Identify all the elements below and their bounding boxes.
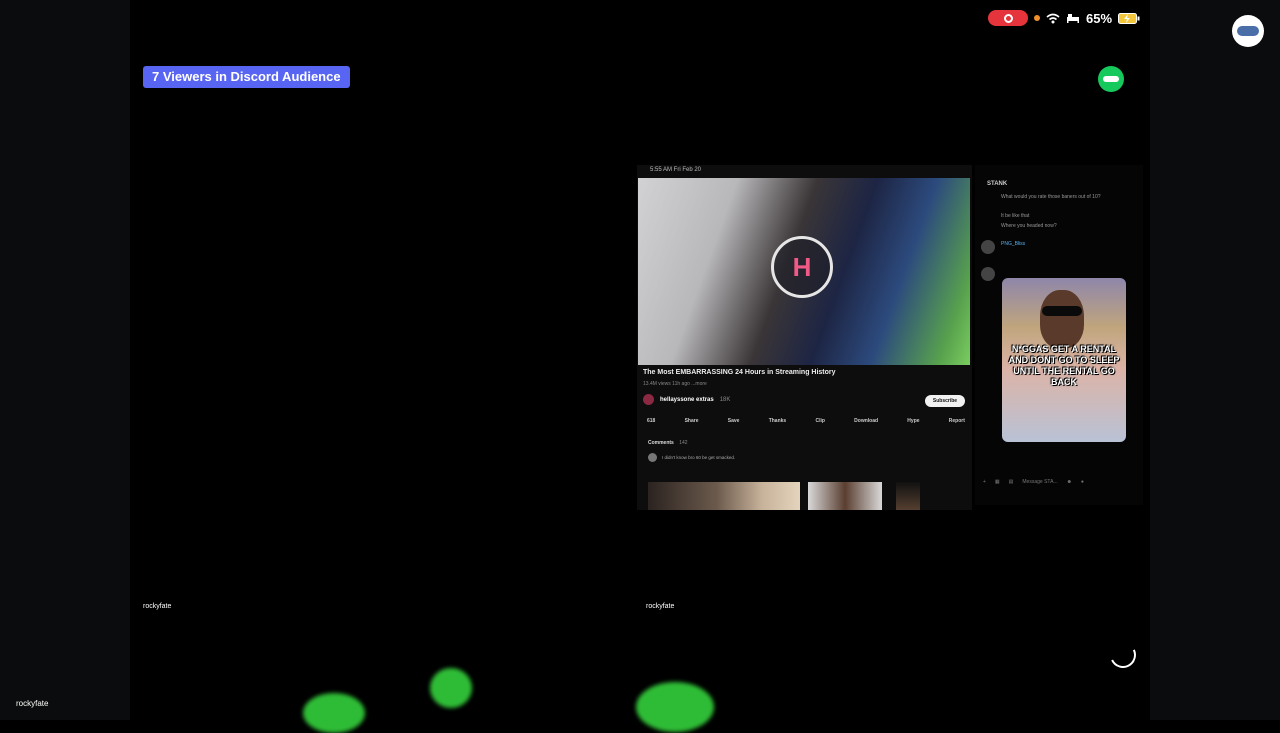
video-thumbnail[interactable] [808, 482, 882, 510]
report-button[interactable]: Report [949, 418, 965, 424]
video-actions: 618 Share Save Thanks Clip Download Hype… [647, 418, 965, 424]
camera-icon [1103, 76, 1119, 82]
thanks-button[interactable]: Thanks [769, 418, 787, 424]
like-button[interactable]: 618 [647, 418, 655, 424]
battery-percent: 65% [1086, 10, 1113, 26]
related-videos-strip [648, 482, 968, 510]
chat-user-avatar[interactable] [981, 267, 995, 281]
video-title[interactable]: The Most EMBARRASSING 24 Hours in Stream… [643, 369, 836, 376]
video-tile-username: rockyfate [143, 603, 172, 610]
top-comment-text: I didn't know bro 60 be get smacked. [662, 455, 736, 460]
subscribe-button[interactable]: Subscribe [925, 395, 965, 407]
bed-icon [1067, 14, 1079, 23]
shared-screen-chat-panel: STANK What would you rate those baners o… [975, 165, 1143, 505]
video-meta[interactable]: 13.4M views 11h ago ...more [643, 381, 707, 387]
emoji-icon[interactable]: ☻ [1067, 479, 1072, 485]
green-reaction-icon [636, 682, 714, 732]
green-reaction-icon [303, 693, 365, 733]
screen-record-indicator[interactable] [988, 10, 1028, 26]
video-tile-username: rockyfate [646, 603, 675, 610]
audience-count-badge[interactable]: 7 Viewers in Discord Audience [143, 66, 350, 88]
camera-toggle-button[interactable] [1098, 66, 1124, 92]
channel-avatar[interactable] [643, 394, 654, 405]
sunglasses-icon [1042, 306, 1082, 316]
self-username: rockyfate [16, 699, 49, 708]
comments-label: Comments [648, 440, 674, 446]
record-icon [1003, 13, 1013, 23]
channel-logo-icon: H [771, 236, 833, 298]
meme-person [1040, 290, 1084, 348]
status-bar: 65% [988, 10, 1140, 26]
shared-screen-video-app[interactable]: 5:55 AM Fri Feb 20 H The Most EMBARRASSI… [637, 165, 972, 510]
user-avatar[interactable] [1232, 15, 1264, 47]
chat-message: Where you headed now? [1001, 223, 1057, 229]
chat-username[interactable]: PNG_Bliss [1001, 241, 1025, 247]
chat-user-avatar[interactable] [981, 240, 995, 254]
mic-icon[interactable]: ● [1081, 479, 1084, 485]
hype-button[interactable]: Hype [907, 418, 919, 424]
download-button[interactable]: Download [854, 418, 878, 424]
chat-channel-name[interactable]: STANK [987, 181, 1007, 187]
top-comment[interactable]: I didn't know bro 60 be get smacked. [648, 453, 735, 462]
comments-header[interactable]: Comments 142 [648, 440, 688, 446]
battery-charging-icon [1118, 12, 1140, 24]
left-sidebar-area [0, 0, 130, 720]
save-button[interactable]: Save [728, 418, 740, 424]
chat-message: It be like that [1001, 213, 1030, 219]
chat-input-row: + ▦ ▤ Message STA... ☻ ● [983, 479, 1133, 485]
vr-headset-icon [1237, 26, 1259, 36]
chat-message: What would you rate those baners out of … [1001, 194, 1101, 200]
share-button[interactable]: Share [685, 418, 699, 424]
video-thumbnail[interactable] [896, 482, 920, 510]
chat-input[interactable]: Message STA... [1022, 479, 1057, 485]
video-thumbnail[interactable] [648, 482, 800, 510]
plus-icon[interactable]: + [983, 479, 986, 485]
wifi-icon [1046, 13, 1060, 23]
right-sidebar-area [1150, 0, 1280, 720]
meme-caption: N*GGAS GET A RENTAL AND DONT GO TO SLEEP… [1008, 344, 1120, 387]
clip-button[interactable]: Clip [815, 418, 824, 424]
channel-name[interactable]: hellayssone extras [660, 397, 714, 403]
apps-icon[interactable]: ▦ [995, 479, 1000, 485]
channel-row[interactable]: hellayssone extras 18K [643, 394, 730, 405]
video-player[interactable]: H [638, 178, 970, 365]
commenter-avatar [648, 453, 657, 462]
device-status-time: 5:55 AM Fri Feb 20 [650, 167, 702, 173]
chat-meme-image[interactable]: N*GGAS GET A RENTAL AND DONT GO TO SLEEP… [1002, 278, 1126, 442]
green-reaction-icon [430, 668, 472, 708]
comments-count: 142 [679, 440, 688, 446]
channel-subscribers: 18K [719, 396, 731, 403]
gift-icon[interactable]: ▤ [1009, 479, 1014, 485]
mic-dot-icon [1034, 15, 1040, 21]
